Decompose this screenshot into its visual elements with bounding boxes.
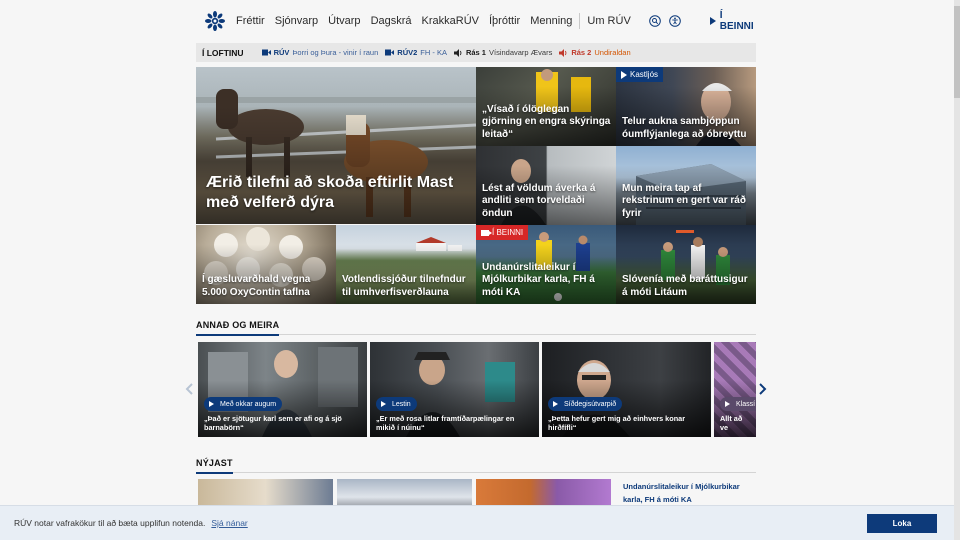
news-headline: Votlendissjóður tilnefndur til umhverfis… (342, 274, 466, 298)
news-grid: Ærið tilefni að skoða eftirlit Mast með … (196, 67, 756, 304)
page-scrollbar[interactable] (954, 0, 960, 540)
card-pill: Klassí (720, 397, 756, 411)
on-air-title: Í LOFTINU (202, 47, 244, 58)
site-header: Fréttir Sjónvarp Útvarp Dagskrá KrakkaRÚ… (196, 0, 756, 42)
nav-um-ruv[interactable]: Um RÚV (587, 15, 630, 27)
news-headline: Í gæsluvarðhald vegna 5.000 OxyContin ta… (202, 274, 311, 298)
news-headline: Telur aukna sambjóppun óumflýjanlega að … (622, 116, 747, 140)
camera-icon (481, 229, 492, 236)
search-icon[interactable] (648, 15, 661, 27)
pill-label: Með okkar augum (220, 400, 277, 408)
news-tile-9[interactable]: Slóvenía með baráttusigur á móti Litáum (616, 225, 756, 304)
news-headline: „Vísað í ólöglegan gjörning en engra ský… (482, 103, 611, 140)
accessibility-icon[interactable] (668, 15, 681, 27)
nav-krakkaruv[interactable]: KrakkaRÚV (422, 15, 479, 27)
speaker-icon (559, 48, 567, 57)
play-icon (725, 401, 730, 407)
live-tag: Í BEINNI (476, 225, 529, 240)
nav-sjonvarp[interactable]: Sjónvarp (275, 15, 318, 27)
nav-utvarp[interactable]: Útvarp (328, 15, 360, 27)
news-tile-5[interactable]: Mun meira tap af rekstrinum en gert var … (616, 146, 756, 225)
pill-label: Síðdegisútvarpið (564, 400, 617, 408)
on-air-bar: Í LOFTINU RÚV Þorri og Þura - vinir í ra… (196, 43, 756, 62)
on-air-item-ras1[interactable]: Rás 1 Vísindavarp Ævars (453, 48, 553, 57)
on-air-program: FH - KA (420, 48, 447, 57)
news-tile-2[interactable]: „Vísað í ólöglegan gjörning en engra ský… (476, 67, 616, 146)
news-headline: Undanúrslitaleikur í Mjólkurbikar karla,… (482, 261, 595, 298)
card-caption: Allt að ve (720, 414, 743, 432)
card-caption: „Þetta hefur gert mig að einhvers konar … (548, 414, 686, 432)
play-icon (709, 17, 716, 25)
kastljos-tag: Kastljós (616, 67, 664, 82)
play-icon (381, 401, 386, 407)
play-icon (621, 70, 627, 79)
newest-link[interactable]: Undanúrslitaleikur í Mjólkurbikar karla,… (623, 481, 753, 506)
cookie-banner: RÚV notar vafrakökur til að bæta upplifu… (0, 505, 954, 540)
pill-label: Klassí (736, 400, 756, 408)
speaker-icon (453, 48, 462, 57)
carousel-prev-icon[interactable] (185, 383, 195, 395)
news-tile-4[interactable]: Lést af völdum áverka á andliti sem torv… (476, 146, 616, 225)
camera-icon (261, 49, 271, 56)
play-icon (553, 401, 558, 407)
on-air-channel: Rás 2 (571, 48, 592, 57)
more-carousel: Með okkar augum „Það er sjötugur karl se… (196, 342, 756, 437)
news-headline: Lést af völdum áverka á andliti sem torv… (482, 182, 596, 219)
card-pill: Lestin (376, 397, 417, 411)
news-headline: Slóvenía með baráttusigur á móti Litáum (622, 274, 748, 298)
section-title-text: ANNAÐ OG MEIRA (196, 320, 280, 336)
header-tools: Í BEINNI (641, 10, 756, 32)
camera-icon (385, 49, 395, 56)
live-button[interactable]: Í BEINNI (709, 10, 756, 32)
more-card[interactable]: Með okkar augum „Það er sjötugur karl se… (198, 342, 367, 437)
more-card[interactable]: Klassí Allt að ve (714, 342, 756, 437)
more-card[interactable]: Lestin „Er með rosa litlar framtíðarpæli… (370, 342, 539, 437)
on-air-item-ruv[interactable]: RÚV Þorri og Þura - vinir í raun (261, 48, 379, 57)
section-title-text: NÝJAST (196, 458, 233, 474)
nav-dagskra[interactable]: Dagskrá (371, 15, 412, 27)
nav-menning[interactable]: Menning (530, 15, 572, 27)
news-tile-3[interactable]: Kastljós Telur aukna sambjóppun óumflýja… (616, 67, 756, 146)
on-air-channel: RÚV (273, 48, 290, 57)
card-pill: Síðdegisútvarpið (548, 397, 623, 411)
ruv-logo-icon[interactable] (205, 11, 225, 31)
nav-ithrottir[interactable]: Íþróttir (489, 15, 520, 27)
live-label: Í BEINNI (719, 10, 754, 32)
cookie-close-button[interactable]: Loka (867, 514, 937, 533)
main-nav: Fréttir Sjónvarp Útvarp Dagskrá KrakkaRÚ… (236, 13, 641, 29)
card-pill: Með okkar augum (204, 397, 283, 411)
cookie-text: RÚV notar vafrakökur til að bæta upplifu… (14, 518, 206, 528)
carousel-next-icon[interactable] (757, 383, 767, 395)
on-air-item-ras2[interactable]: Rás 2 Undiraldan (559, 48, 631, 57)
card-caption: „Það er sjötugur karl sem er afi og á sj… (204, 414, 342, 432)
section-title-newest: NÝJAST (196, 458, 756, 474)
on-air-channel: Rás 1 (465, 48, 486, 57)
on-air-channel: RÚV2 (397, 48, 418, 57)
tag-label: Í BEINNI (492, 228, 524, 237)
card-caption: „Er með rosa litlar framtíðarpælingar en… (376, 414, 515, 432)
news-tile-8[interactable]: Í BEINNI Undanúrslitaleikur í Mjólkurbik… (476, 225, 616, 304)
tag-label: Kastljós (630, 70, 659, 79)
news-tile-main[interactable]: Ærið tilefni að skoða eftirlit Mast með … (196, 67, 476, 224)
on-air-item-ruv2[interactable]: RÚV2 FH - KA (385, 48, 447, 57)
nav-frettir[interactable]: Fréttir (236, 15, 265, 27)
news-headline: Mun meira tap af rekstrinum en gert var … (622, 182, 746, 219)
more-card[interactable]: Síðdegisútvarpið „Þetta hefur gert mig a… (542, 342, 711, 437)
news-headline: Ærið tilefni að skoða eftirlit Mast með … (206, 174, 454, 211)
on-air-program: Undiraldan (594, 48, 631, 57)
on-air-program: Vísindavarp Ævars (488, 48, 553, 57)
pill-label: Lestin (392, 400, 411, 408)
section-title-more: ANNAÐ OG MEIRA (196, 320, 756, 336)
nav-divider (579, 13, 581, 29)
news-tile-6[interactable]: Í gæsluvarðhald vegna 5.000 OxyContin ta… (196, 225, 336, 304)
play-icon (209, 401, 214, 407)
news-tile-7[interactable]: Votlendissjóður tilnefndur til umhverfis… (336, 225, 476, 304)
on-air-program: Þorri og Þura - vinir í raun (292, 48, 379, 57)
cookie-more-link[interactable]: Sjá nánar (211, 518, 247, 528)
